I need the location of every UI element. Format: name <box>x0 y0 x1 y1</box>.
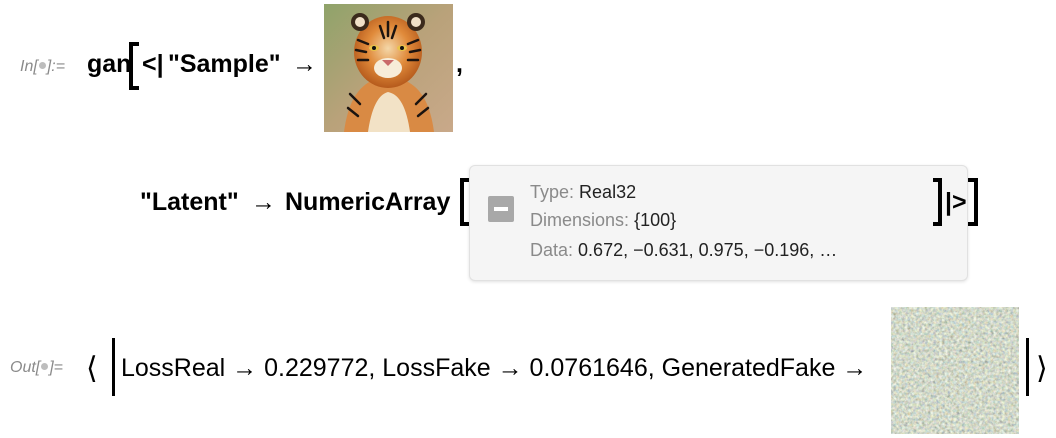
numeric-array-head[interactable]: NumericArray <box>285 188 450 217</box>
summary-dimensions-row: Dimensions: {100} <box>530 210 677 230</box>
latent-key[interactable]: "Latent" <box>140 188 239 217</box>
output-close-bar <box>1026 338 1029 396</box>
close-bracket-bottom <box>968 222 978 226</box>
input-cell-label: In[]:= <box>20 58 66 75</box>
tiger-image[interactable] <box>324 4 453 132</box>
generated-noise-image[interactable] <box>891 307 1019 434</box>
comma: , <box>456 50 463 78</box>
output-rules-text[interactable]: LossReal → 0.229772, LossFake → 0.076164… <box>121 354 867 383</box>
open-bracket-top <box>129 42 139 46</box>
sample-key[interactable]: "Sample" <box>168 50 281 79</box>
na-open-bracket-top <box>460 178 469 182</box>
close-association: |> <box>945 188 967 216</box>
rule-arrow: → <box>292 50 317 78</box>
output-open-bar <box>112 338 115 396</box>
na-open-bracket <box>460 178 464 226</box>
summary-type-row: Type: Real32 <box>530 182 637 202</box>
open-angle: ⟨ <box>86 352 98 385</box>
cell-dot-icon <box>38 62 46 70</box>
open-bracket <box>129 42 133 90</box>
close-angle: ⟩ <box>1036 352 1048 385</box>
open-bracket-bottom <box>129 86 139 90</box>
collapse-minus-icon[interactable] <box>488 196 514 222</box>
close-bracket <box>974 178 978 226</box>
function-name[interactable]: gan <box>87 50 131 79</box>
na-open-bracket-bottom <box>460 222 469 226</box>
na-close-bracket-top <box>933 178 942 182</box>
summary-data-row: Data: 0.672, −0.631, 0.975, −0.196, … <box>530 240 838 260</box>
na-close-bracket <box>938 178 942 226</box>
output-cell-label: Out[]= <box>10 359 64 376</box>
numeric-array-summary-box[interactable]: Type: Real32 Dimensions: {100} Data: 0.6… <box>469 165 968 281</box>
na-close-bracket-bottom <box>933 222 942 226</box>
cell-dot-icon-out <box>41 363 49 371</box>
rule-arrow-2: → <box>251 188 276 216</box>
close-bracket-top <box>968 178 978 182</box>
open-association: <| <box>142 50 164 78</box>
